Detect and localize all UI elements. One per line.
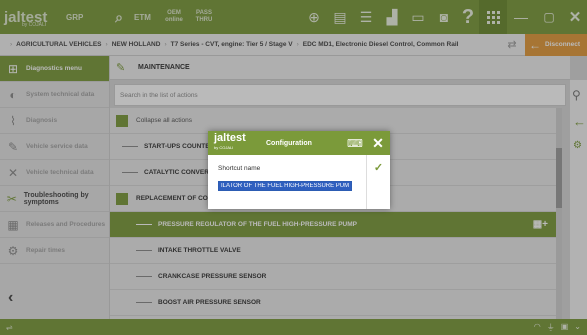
dialog-logo: jaltest by COJALI <box>208 133 266 153</box>
dialog-header: jaltest by COJALI Configuration ⌨ ✕ <box>208 131 390 155</box>
keyboard-icon[interactable]: ⌨ <box>344 137 366 150</box>
dialog-form: Shortcut name <box>208 155 366 209</box>
dialog-close-button[interactable]: ✕ <box>366 135 390 152</box>
shortcut-name-label: Shortcut name <box>218 165 261 172</box>
shortcut-name-input[interactable] <box>218 181 352 191</box>
confirm-check-button[interactable]: ✓ <box>366 155 390 209</box>
dialog-logo-subtitle: by COJALI <box>214 145 234 150</box>
configuration-dialog: jaltest by COJALI Configuration ⌨ ✕ Shor… <box>208 131 390 209</box>
dialog-body: Shortcut name ✓ <box>208 155 390 209</box>
dialog-title: Configuration <box>266 139 312 147</box>
